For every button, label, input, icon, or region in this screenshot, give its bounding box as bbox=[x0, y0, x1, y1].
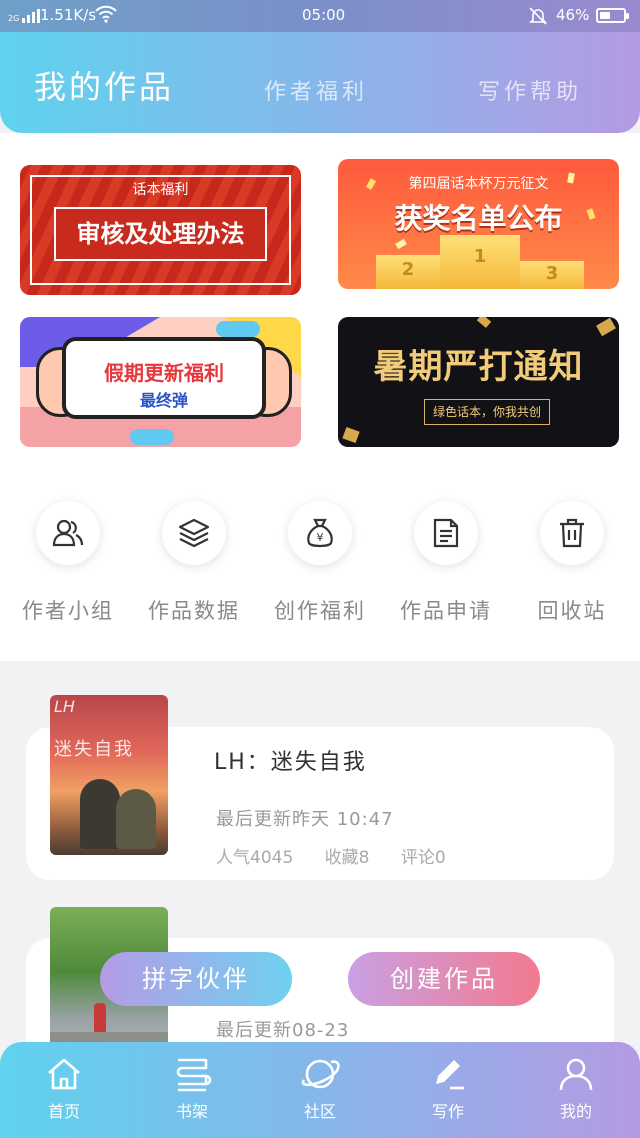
nav-home[interactable]: 首页 bbox=[24, 1054, 104, 1122]
shortcut-label: 作者小组 bbox=[22, 599, 114, 623]
nav-label: 首页 bbox=[47, 1102, 80, 1121]
cloud-icon bbox=[130, 429, 174, 445]
gold-piece bbox=[476, 317, 492, 328]
shortcut-label: 作品申请 bbox=[400, 599, 492, 623]
favorites-count: 收藏8 bbox=[324, 848, 370, 868]
shortcut-work-data[interactable]: 作品数据 bbox=[134, 501, 254, 625]
clock: 05:00 bbox=[302, 6, 346, 24]
nav-label: 社区 bbox=[303, 1102, 336, 1121]
banner-title: 假期更新福利 bbox=[104, 361, 224, 385]
mute-bell-icon bbox=[528, 6, 548, 30]
pen-icon bbox=[436, 1060, 464, 1090]
confetti bbox=[395, 238, 407, 250]
banner-title: 审核及处理办法 bbox=[54, 207, 267, 261]
home-icon bbox=[48, 1058, 80, 1090]
network-type: 2G bbox=[8, 14, 20, 23]
nav-label: 写作 bbox=[431, 1102, 464, 1121]
wifi-icon bbox=[95, 5, 117, 27]
cover-figure bbox=[80, 779, 120, 849]
cloud-icon bbox=[216, 321, 260, 337]
top-panel: 话本福利 审核及处理办法 第四届话本杯万元征文 获奖名单公布 2 1 3 假期更… bbox=[0, 133, 640, 661]
gold-piece bbox=[596, 317, 616, 337]
banner-title: 获奖名单公布 bbox=[394, 202, 563, 235]
tab-my-works[interactable]: 我的作品 bbox=[34, 62, 174, 108]
work-stats: 人气4045 收藏8 评论0 bbox=[216, 843, 472, 868]
podium-first: 1 bbox=[440, 235, 520, 289]
shortcut-label: 创作福利 bbox=[274, 599, 366, 623]
document-icon bbox=[414, 501, 478, 565]
nav-label: 我的 bbox=[559, 1102, 592, 1121]
network-speed: 1.51K/s bbox=[40, 6, 97, 24]
profile-icon bbox=[559, 1058, 593, 1091]
shortcut-author-group[interactable]: 作者小组 bbox=[8, 501, 128, 625]
header: 我的作品 作者福利 写作帮助 bbox=[0, 32, 640, 133]
work-cover[interactable]: LH 迷失自我 bbox=[50, 695, 168, 855]
nav-community[interactable]: 社区 bbox=[280, 1054, 360, 1122]
phone-illustration: 假期更新福利 最终弹 bbox=[62, 337, 266, 419]
shortcut-label: 作品数据 bbox=[148, 599, 240, 623]
bottom-nav: 首页 书架 社区 写作 我的 bbox=[0, 1042, 640, 1138]
banner-subtitle: 最终弹 bbox=[139, 391, 188, 410]
layers-icon bbox=[162, 501, 226, 565]
status-bar: 2G 1.51K/s 05:00 46% bbox=[0, 0, 640, 32]
banner-subtitle: 绿色话本，你我共创 bbox=[424, 399, 550, 425]
bookshelf-icon bbox=[176, 1058, 212, 1092]
shortcut-creation-welfare[interactable]: ¥ 创作福利 bbox=[260, 501, 380, 625]
work-updated: 最后更新昨天 10:47 bbox=[216, 809, 394, 830]
shortcut-work-application[interactable]: 作品申请 bbox=[386, 501, 506, 625]
banner-title: 暑期严打通知 bbox=[373, 347, 584, 387]
podium-second: 2 bbox=[376, 255, 440, 289]
banner-review-rules[interactable]: 话本福利 审核及处理办法 bbox=[20, 165, 301, 295]
banner-subtitle: 话本福利 bbox=[132, 182, 189, 198]
planet-icon bbox=[301, 1059, 340, 1089]
work-title[interactable]: LH：迷失自我 bbox=[214, 744, 367, 776]
shortcut-label: 回收站 bbox=[537, 599, 607, 623]
group-icon bbox=[36, 501, 100, 565]
banner-subtitle: 第四届话本杯万元征文 bbox=[408, 176, 549, 192]
cover-mark: LH bbox=[54, 697, 75, 716]
podium-third: 3 bbox=[520, 261, 584, 289]
banner-award-list[interactable]: 第四届话本杯万元征文 获奖名单公布 2 1 3 bbox=[338, 159, 619, 289]
cover-title: 迷失自我 bbox=[54, 739, 134, 760]
battery-percent: 46% bbox=[556, 6, 590, 24]
work-updated: 最后更新08-23 bbox=[216, 1020, 350, 1041]
word-partner-button[interactable]: 拼字伙伴 bbox=[100, 952, 292, 1006]
svg-text:¥: ¥ bbox=[317, 531, 324, 544]
cover-figure bbox=[116, 789, 156, 849]
create-work-button[interactable]: 创建作品 bbox=[348, 952, 540, 1006]
tab-author-welfare[interactable]: 作者福利 bbox=[264, 74, 368, 106]
tab-writing-help[interactable]: 写作帮助 bbox=[478, 74, 582, 106]
banner-holiday-welfare[interactable]: 假期更新福利 最终弹 bbox=[20, 317, 301, 447]
nav-profile[interactable]: 我的 bbox=[536, 1054, 616, 1122]
trash-icon bbox=[540, 501, 604, 565]
money-bag-icon: ¥ bbox=[288, 501, 352, 565]
shortcut-recycle-bin[interactable]: 回收站 bbox=[512, 501, 632, 625]
nav-bookshelf[interactable]: 书架 bbox=[152, 1054, 232, 1122]
battery-icon bbox=[596, 8, 629, 23]
banner-summer-notice[interactable]: 暑期严打通知 绿色话本，你我共创 bbox=[338, 317, 619, 447]
popularity-count: 人气4045 bbox=[216, 848, 294, 868]
comments-count: 评论0 bbox=[400, 848, 446, 868]
signal-icon: 2G bbox=[8, 7, 41, 23]
gold-piece bbox=[342, 426, 360, 444]
nav-label: 书架 bbox=[175, 1102, 208, 1121]
nav-writing[interactable]: 写作 bbox=[408, 1054, 488, 1122]
